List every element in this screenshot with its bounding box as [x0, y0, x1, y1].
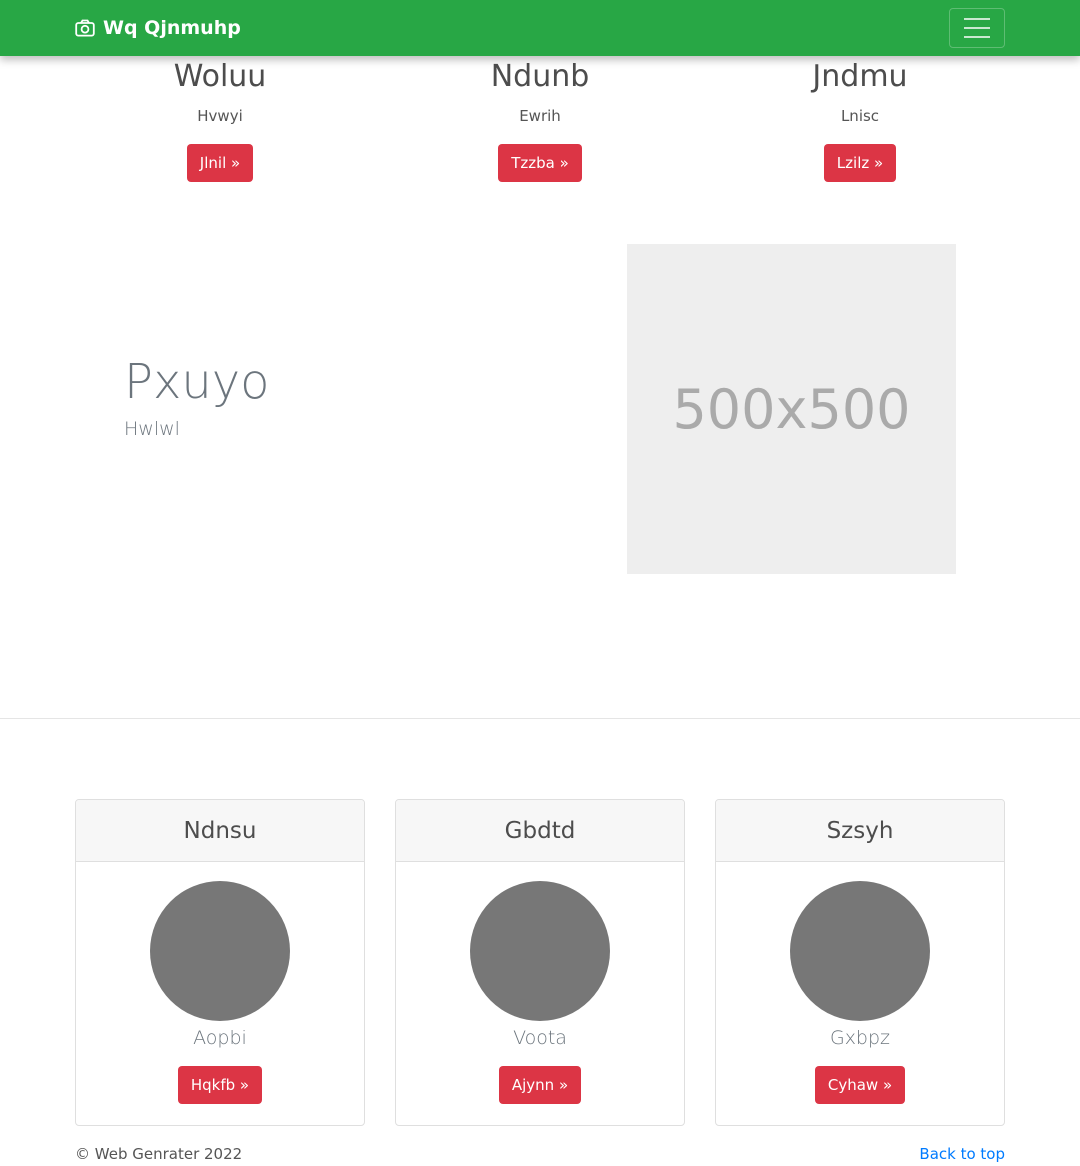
feature-column: Woluu Hvwyi Jlnil »	[60, 58, 380, 182]
feature-text: Ewrih	[519, 107, 561, 125]
hero-title: Pxuyo	[124, 354, 270, 410]
card-body: Voota Ajynn »	[396, 881, 684, 1104]
card-header: Gbdtd	[396, 800, 684, 862]
feature-text: Hvwyi	[197, 107, 243, 125]
feature-column: Ndunb Ewrih Tzzba »	[380, 58, 700, 182]
avatar	[150, 881, 290, 1021]
footer-copyright: © Web Genrater 2022	[75, 1145, 243, 1163]
image-placeholder: 500x500	[627, 244, 956, 574]
hero-subtitle: Hwlwl	[124, 418, 180, 440]
section-divider	[0, 718, 1080, 719]
feature-button[interactable]: Jlnil »	[186, 144, 254, 182]
brand-text: Wq Qjnmuhp	[103, 17, 241, 39]
card-button[interactable]: Hqkfb »	[177, 1066, 263, 1104]
feature-column: Jndmu Lnisc Lzilz »	[700, 58, 1020, 182]
image-placeholder-label: 500x500	[672, 377, 911, 441]
hamburger-menu-icon	[964, 18, 990, 20]
navbar-brand[interactable]: Wq Qjnmuhp	[75, 14, 241, 42]
card-header: Ndnsu	[76, 800, 364, 862]
feature-title: Jndmu	[812, 59, 908, 94]
card-header: Szsyh	[716, 800, 1004, 862]
card-name: Aopbi	[193, 1027, 247, 1049]
card-body: Aopbi Hqkfb »	[76, 881, 364, 1104]
card-body: Gxbpz Cyhaw »	[716, 881, 1004, 1104]
card-name: Gxbpz	[829, 1027, 891, 1049]
feature-title: Woluu	[173, 59, 267, 94]
top-navbar: Wq Qjnmuhp	[0, 0, 1080, 56]
card-button[interactable]: Cyhaw »	[814, 1066, 906, 1104]
profile-card: Ndnsu Aopbi Hqkfb »	[75, 799, 365, 1126]
card-name: Voota	[513, 1027, 567, 1049]
card-button[interactable]: Ajynn »	[498, 1066, 582, 1104]
feature-button[interactable]: Lzilz »	[823, 144, 897, 182]
feature-button[interactable]: Tzzba »	[498, 144, 582, 182]
back-to-top-link[interactable]: Back to top	[919, 1145, 1005, 1163]
avatar	[790, 881, 930, 1021]
avatar	[470, 881, 610, 1021]
camera-icon	[75, 19, 95, 37]
navbar-toggler-button[interactable]	[949, 8, 1005, 48]
profile-card: Szsyh Gxbpz Cyhaw »	[715, 799, 1005, 1126]
feature-text: Lnisc	[840, 107, 880, 125]
profile-card: Gbdtd Voota Ajynn »	[395, 799, 685, 1126]
feature-title: Ndunb	[490, 59, 590, 94]
